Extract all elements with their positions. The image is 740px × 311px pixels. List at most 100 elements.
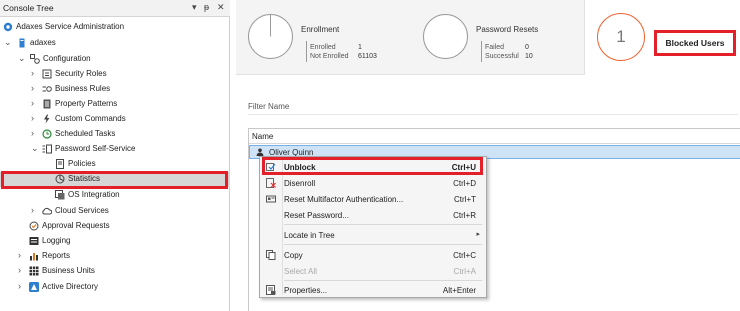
tree-item-label: adaxes [30,38,56,47]
menu-item-shortcut: Alt+Enter [442,286,476,295]
user-icon [256,148,264,156]
tree-item-reports[interactable]: › Reports [0,249,230,264]
tree-item-configuration[interactable]: ⌄ Configuration [0,52,230,67]
tree-item-business-rules[interactable]: › Business Rules [0,82,230,97]
menu-item-locate-in-tree[interactable]: Locate in Tree ▸ [260,227,486,243]
tree-item-label: Adaxes Service Administration [16,22,125,31]
console-tree-header: Console Tree ▾ ᵽ ✕ [0,0,230,17]
pin-icon[interactable]: ᵽ [204,2,209,12]
enrolled-label: Enrolled [310,44,336,51]
chevron-right-icon[interactable]: › [31,205,34,215]
tree-item-label: Password Self-Service [55,144,136,153]
console-tree-pane: Console Tree ▾ ᵽ ✕ Adaxes Service Admini… [0,0,230,311]
enrolled-value: 1 [358,44,362,51]
scheduled-tasks-icon [42,129,52,139]
not-enrolled-label: Not Enrolled [310,53,349,60]
menu-item-label: Locate in Tree [284,231,335,240]
menu-item-copy[interactable]: Copy Ctrl+C [260,247,486,263]
tree-item-label: OS Integration [68,190,120,199]
not-enrolled-value: 61103 [358,53,377,60]
dropdown-icon[interactable]: ▾ [192,2,197,13]
menu-separator [284,280,482,281]
tree-item-label: Property Patterns [55,99,118,108]
password-resets-title: Password Resets [476,25,539,34]
tree-item-label: Business Units [42,266,95,275]
submenu-arrow-icon: ▸ [476,231,480,238]
tree-item-os-integration[interactable]: OS Integration [0,188,230,203]
menu-separator [284,244,482,245]
menu-item-label: Copy [284,251,303,260]
tree-item-property-patterns[interactable]: › Property Patterns [0,97,230,112]
tree-item-custom-commands[interactable]: › Custom Commands [0,112,230,127]
tree-item-label: Cloud Services [55,206,109,215]
enrollment-divider [306,41,307,62]
context-menu: Unblock Ctrl+U Disenroll Ctrl+D Reset Mu… [259,156,487,298]
blocked-users-card[interactable]: 1 Blocked Users [584,0,740,75]
enrollment-card[interactable]: Enrollment Enrolled 1 Not Enrolled 61103 [248,0,408,75]
tree-item-security-roles[interactable]: › Security Roles [0,67,230,82]
chevron-right-icon[interactable]: › [31,98,34,108]
reset-mfa-icon [266,195,276,203]
statistics-highlight-box [1,171,228,189]
policies-icon [56,159,64,169]
tree-item-active-directory[interactable]: › Active Directory [0,280,230,295]
chevron-right-icon[interactable]: › [31,68,34,78]
tree-item-label: Security Roles [55,69,107,78]
menu-item-select-all[interactable]: Select All Ctrl+A [260,263,486,279]
menu-item-disenroll[interactable]: Disenroll Ctrl+D [260,175,486,191]
tree-item-label: Logging [42,236,71,245]
tree-item-password-self-service[interactable]: ⌄ Password Self-Service [0,142,230,157]
enrollment-title: Enrollment [301,25,340,34]
chevron-down-icon[interactable]: ⌄ [4,37,12,48]
server-icon [19,38,25,48]
business-units-icon [29,266,39,276]
service-admin-icon [3,22,13,32]
password-resets-chart [423,14,468,59]
unblock-highlight-box [262,157,483,175]
chevron-right-icon[interactable]: › [18,265,21,275]
chevron-down-icon[interactable]: ⌄ [18,53,26,64]
menu-item-properties[interactable]: Properties... Alt+Enter [260,282,486,298]
close-icon[interactable]: ✕ [217,2,225,13]
tree-item-label: Scheduled Tasks [55,129,116,138]
chevron-down-icon[interactable]: ⌄ [31,143,39,154]
chevron-right-icon[interactable]: › [31,113,34,123]
tree-item-adaxes-service-administration[interactable]: Adaxes Service Administration [0,20,230,35]
chevron-right-icon[interactable]: › [31,128,34,138]
password-resets-divider [481,41,482,62]
tree-item-policies[interactable]: Policies [0,157,230,172]
menu-item-shortcut: Ctrl+C [453,251,476,260]
menu-item-label: Properties... [284,286,328,295]
business-rules-icon [42,86,52,92]
tree-item-business-units[interactable]: › Business Units [0,264,230,279]
chevron-right-icon[interactable]: › [18,281,21,291]
tree-item-approval-requests[interactable]: Approval Requests [0,219,230,234]
menu-item-label: Reset Multifactor Authentication... [284,195,404,204]
configuration-icon [30,54,40,64]
blocked-users-label: Blocked Users [654,30,736,56]
menu-item-shortcut: Ctrl+D [453,179,476,188]
menu-separator [284,224,482,225]
tree-item-logging[interactable]: Logging [0,234,230,249]
copy-icon [266,250,276,260]
disenroll-icon [266,178,276,188]
active-directory-icon [29,282,39,292]
tree-item-label: Configuration [43,54,91,63]
menu-item-label: Select All [284,267,317,276]
tree-item-adaxes[interactable]: ⌄ adaxes [0,36,230,51]
column-header-name[interactable]: Name [252,132,273,141]
filter-name-input[interactable]: Filter Name [248,98,738,115]
menu-item-reset-mfa[interactable]: Reset Multifactor Authentication... Ctrl… [260,191,486,207]
custom-commands-icon [44,114,50,124]
enrollment-chart [248,14,293,59]
security-roles-icon [42,69,52,79]
menu-item-label: Reset Password... [284,211,349,220]
menu-item-shortcut: Ctrl+R [453,211,476,220]
chevron-right-icon[interactable]: › [31,83,34,93]
chevron-right-icon[interactable]: › [18,250,21,260]
menu-item-reset-password[interactable]: Reset Password... Ctrl+R [260,207,486,223]
password-resets-card[interactable]: Password Resets Failed 0 Successful 10 [423,0,583,75]
tree-item-scheduled-tasks[interactable]: › Scheduled Tasks [0,127,230,142]
tree-item-cloud-services[interactable]: › Cloud Services [0,204,230,219]
reports-icon [30,253,38,261]
